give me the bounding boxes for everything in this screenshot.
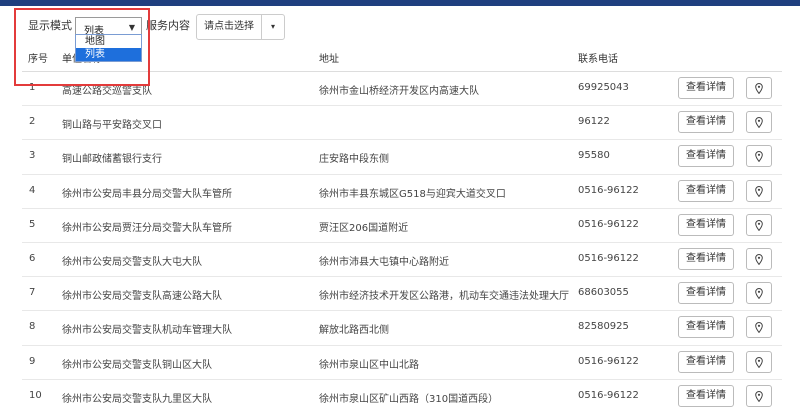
row-address: 徐州市泉山区中山北路	[319, 359, 419, 371]
map-pin-icon	[755, 288, 763, 300]
locate-button[interactable]	[746, 247, 772, 270]
row-unit-name: 徐州市公安局交警支队高速公路大队	[62, 291, 222, 303]
view-details-button[interactable]: 查看详情	[678, 282, 734, 305]
row-address: 解放北路西北侧	[319, 325, 389, 337]
header-address: 地址	[319, 54, 339, 65]
row-index: 4	[29, 184, 36, 196]
row-address: 徐州市沛县大屯镇中心路附近	[319, 256, 449, 268]
service-dropdown-toggle[interactable]: ▾	[261, 14, 285, 40]
display-mode-label: 显示模式	[28, 19, 72, 32]
locate-button[interactable]	[746, 350, 772, 373]
map-pin-icon	[755, 356, 763, 368]
map-pin-icon	[755, 253, 763, 266]
view-details-button[interactable]: 查看详情	[678, 213, 734, 236]
row-index: 10	[29, 389, 42, 401]
header-phone: 联系电话	[578, 54, 618, 65]
view-details-button[interactable]: 查看详情	[678, 350, 734, 373]
map-pin-icon	[755, 390, 763, 402]
row-index: 5	[29, 218, 36, 230]
row-index: 9	[29, 355, 36, 367]
row-index: 3	[29, 150, 36, 162]
row-phone: 69925043	[578, 82, 629, 93]
view-details-button[interactable]: 查看详情	[678, 316, 734, 339]
locate-button[interactable]	[746, 179, 772, 202]
locate-button[interactable]	[746, 384, 772, 407]
row-phone: 0516-96122	[578, 389, 639, 401]
row-address: 徐州市丰县东城区G518与迎宾大道交叉口	[319, 188, 506, 200]
table-row: 6 徐州市公安局交警支队大屯大队 徐州市沛县大屯镇中心路附近 0516-96122 查看…	[22, 243, 782, 278]
row-index: 7	[29, 287, 36, 299]
table-row: 5 徐州市公安局贾汪分局交警大队车管所 贾汪区206国道附近 0516-96122 查看…	[22, 209, 782, 243]
locate-button[interactable]	[746, 282, 772, 305]
header-index: 序号	[28, 54, 48, 65]
row-phone: 0516-96122	[578, 252, 639, 264]
service-content-label: 服务内容	[146, 19, 190, 32]
row-unit-name: 徐州市公安局贾汪分局交警大队车管所	[62, 222, 232, 234]
row-unit-name: 高速公路交巡警支队	[62, 86, 152, 97]
row-address: 庄安路中段东侧	[319, 154, 389, 166]
row-phone: 82580925	[578, 321, 629, 333]
chevron-down-icon: ▼	[128, 23, 135, 32]
row-phone: 0516-96122	[578, 218, 639, 230]
row-phone: 0516-96122	[578, 184, 639, 196]
service-select-button[interactable]: 请点击选择	[196, 14, 262, 40]
row-unit-name: 铜山邮政储蓄银行支行	[62, 154, 162, 166]
view-details-button[interactable]: 查看详情	[678, 145, 734, 168]
locate-button[interactable]	[746, 145, 772, 168]
display-mode-dropdown: 地图 列表	[75, 34, 142, 62]
map-pin-icon	[755, 322, 763, 334]
row-unit-name: 徐州市公安局丰县分局交警大队车管所	[62, 188, 232, 200]
row-index: 2	[29, 116, 36, 128]
row-index: 8	[29, 321, 36, 333]
table-row: 10 徐州市公安局交警支队九里区大队 徐州市泉山区矿山西路（310国道西段） 0516…	[22, 380, 782, 409]
view-details-button[interactable]: 查看详情	[678, 77, 734, 99]
row-unit-name: 铜山路与平安路交叉口	[62, 120, 162, 132]
table-row: 8 徐州市公安局交警支队机动车管理大队 解放北路西北侧 82580925 查看详情	[22, 311, 782, 346]
table-row: 2 铜山路与平安路交叉口 96122 查看详情	[22, 106, 782, 141]
map-pin-icon	[755, 151, 763, 163]
row-address: 徐州市经济技术开发区公路港，机动车交通违法处理大厅	[319, 291, 569, 303]
map-pin-icon	[755, 117, 763, 129]
row-index: 1	[29, 82, 36, 93]
row-unit-name: 徐州市公安局交警支队大屯大队	[62, 256, 202, 268]
locate-button[interactable]	[746, 77, 772, 99]
row-index: 6	[29, 252, 36, 264]
table-row: 1 高速公路交巡警支队 徐州市金山桥经济开发区内高速大队 69925043 查看详情	[22, 72, 782, 107]
map-pin-icon	[755, 185, 763, 197]
caret-down-icon: ▾	[270, 22, 275, 31]
view-details-button[interactable]: 查看详情	[678, 179, 734, 202]
row-unit-name: 徐州市公安局交警支队机动车管理大队	[62, 325, 232, 337]
table-row: 3 铜山邮政储蓄银行支行 庄安路中段东侧 95580 查看详情	[22, 140, 782, 175]
row-phone: 0516-96122	[578, 355, 639, 367]
view-details-button[interactable]: 查看详情	[678, 111, 734, 134]
dropdown-option-list[interactable]: 列表	[76, 48, 141, 61]
locate-button[interactable]	[746, 316, 772, 339]
view-details-button[interactable]: 查看详情	[678, 247, 734, 270]
row-address: 贾汪区206国道附近	[319, 222, 409, 234]
row-address: 徐州市泉山区矿山西路（310国道西段）	[319, 393, 499, 405]
service-table-body: 1 高速公路交巡警支队 徐州市金山桥经济开发区内高速大队 69925043 查看详情 2 铜…	[22, 72, 782, 409]
row-phone: 96122	[578, 116, 610, 128]
view-details-button[interactable]: 查看详情	[678, 384, 734, 407]
map-pin-icon	[755, 82, 763, 95]
table-row: 9 徐州市公安局交警支队铜山区大队 徐州市泉山区中山北路 0516-96122 查看详情	[22, 346, 782, 380]
dropdown-option-map[interactable]: 地图	[76, 35, 141, 48]
row-unit-name: 徐州市公安局交警支队九里区大队	[62, 393, 212, 405]
locate-button[interactable]	[746, 111, 772, 134]
row-phone: 68603055	[578, 287, 629, 299]
row-phone: 95580	[578, 150, 610, 162]
locate-button[interactable]	[746, 213, 772, 236]
table-row: 4 徐州市公安局丰县分局交警大队车管所 徐州市丰县东城区G518与迎宾大道交叉口 05…	[22, 175, 782, 209]
row-address: 徐州市金山桥经济开发区内高速大队	[319, 86, 479, 97]
map-pin-icon	[755, 219, 763, 231]
table-row: 7 徐州市公安局交警支队高速公路大队 徐州市经济技术开发区公路港，机动车交通违法处理…	[22, 277, 782, 312]
row-unit-name: 徐州市公安局交警支队铜山区大队	[62, 359, 212, 371]
